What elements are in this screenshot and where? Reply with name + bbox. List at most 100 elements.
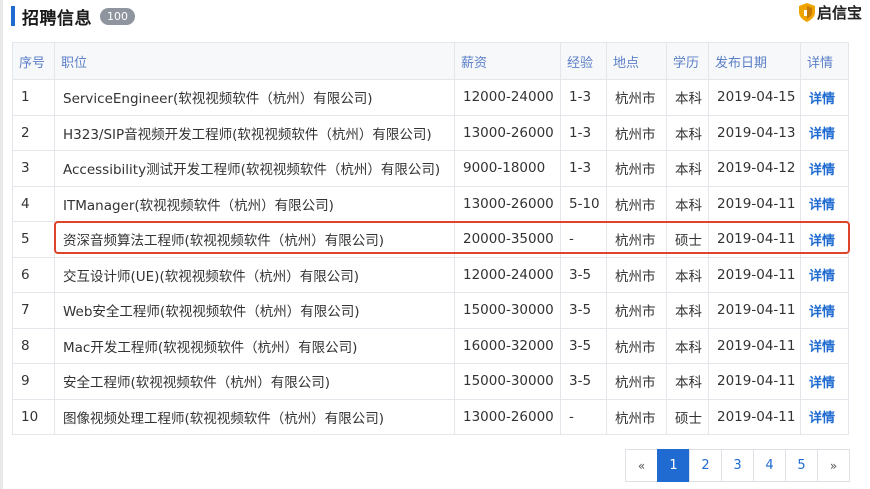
column-header-salary: 薪资 (454, 42, 561, 80)
experience: 3-5 (560, 327, 607, 364)
table-row[interactable]: 6 交互设计师(UE)(软视视频软件（杭州）有限公司) 12000-24000 3-5… (12, 256, 849, 293)
pagination: «1 2 3 4 5» (625, 449, 850, 482)
location: 杭州市 (606, 150, 667, 187)
page-button-1[interactable]: 1 (657, 449, 690, 482)
detail-link[interactable]: 详情 (800, 79, 849, 116)
location: 杭州市 (606, 185, 667, 222)
job-title: 图像视频处理工程师(软视视频软件（杭州）有限公司) (54, 398, 455, 435)
detail-link-text[interactable]: 详情 (809, 340, 835, 355)
detail-link[interactable]: 详情 (800, 398, 849, 435)
detail-link-text[interactable]: 详情 (809, 127, 835, 142)
detail-link[interactable]: 详情 (800, 114, 849, 151)
window-left-edge (0, 0, 3, 489)
page-button-3[interactable]: 3 (721, 449, 754, 482)
publish-date: 2019-04-11 (708, 221, 801, 258)
detail-link-text[interactable]: 详情 (809, 163, 835, 178)
detail-link[interactable]: 详情 (800, 150, 849, 187)
location: 杭州市 (606, 114, 667, 151)
publish-date: 2019-04-11 (708, 363, 801, 400)
experience: - (560, 398, 607, 435)
education: 本科 (666, 292, 709, 329)
job-title: 交互设计师(UE)(软视视频软件（杭州）有限公司) (54, 256, 455, 293)
experience: 3-5 (560, 292, 607, 329)
detail-link-text[interactable]: 详情 (809, 198, 835, 213)
header-accent-bar (11, 6, 15, 26)
salary: 15000-30000 (454, 292, 561, 329)
detail-link[interactable]: 详情 (800, 327, 849, 364)
detail-link[interactable]: 详情 (800, 221, 849, 258)
table-row[interactable]: 10 图像视频处理工程师(软视视频软件（杭州）有限公司) 13000-26000- 杭… (12, 398, 849, 435)
table-row[interactable]: 7 Web安全工程师(软视视频软件（杭州）有限公司) 15000-30000 3-5 杭… (12, 292, 849, 329)
salary: 15000-30000 (454, 363, 561, 400)
column-header-education: 学历 (666, 42, 709, 80)
salary: 12000-24000 (454, 79, 561, 116)
detail-link-text[interactable]: 详情 (809, 376, 835, 391)
detail-link-text[interactable]: 详情 (809, 305, 835, 320)
experience: 3-5 (560, 256, 607, 293)
page-button-4[interactable]: 4 (753, 449, 786, 482)
page-button-2[interactable]: 2 (689, 449, 722, 482)
experience: 3-5 (560, 363, 607, 400)
location: 杭州市 (606, 79, 667, 116)
table-row[interactable]: 1 ServiceEngineer(软视视频软件（杭州）有限公司) 12000-24… (12, 79, 849, 116)
column-header-no: 序号 (12, 42, 55, 80)
experience: 1-3 (560, 150, 607, 187)
salary: 9000-18000 (454, 150, 561, 187)
publish-date: 2019-04-12 (708, 150, 801, 187)
column-header-position: 职位 (54, 42, 455, 80)
jobs-table: 序号 职位 薪资 经验 地点 学历 发布日期 详情 1 ServiceEngineer(软视视频… (12, 42, 849, 435)
table-row[interactable]: 5 资深音频算法工程师(软视视频软件（杭州）有限公司) 20000-35000- 杭州… (12, 221, 849, 258)
salary: 12000-24000 (454, 256, 561, 293)
job-title: ITManager(软视视频软件（杭州）有限公司) (54, 185, 455, 222)
brand-name: 启信宝 (816, 4, 862, 22)
education: 硕士 (666, 221, 709, 258)
detail-link[interactable]: 详情 (800, 363, 849, 400)
column-header-date: 发布日期 (708, 42, 801, 80)
brand-logo[interactable]: 启信宝 (798, 2, 862, 23)
detail-link[interactable]: 详情 (800, 185, 849, 222)
experience: 5-10 (560, 185, 607, 222)
table-row[interactable]: 9 安全工程师(软视视频软件（杭州）有限公司) 15000-30000 3-5 杭州市本… (12, 363, 849, 400)
next-page-button[interactable]: » (817, 449, 850, 482)
job-title: H323/SIP音视频开发工程师(软视视频软件（杭州）有限公司) (54, 114, 455, 151)
publish-date: 2019-04-11 (708, 256, 801, 293)
publish-date: 2019-04-11 (708, 398, 801, 435)
table-header-row: 序号 职位 薪资 经验 地点 学历 发布日期 详情 (12, 42, 849, 80)
job-title: 资深音频算法工程师(软视视频软件（杭州）有限公司) (54, 221, 455, 258)
row-number: 5 (12, 221, 55, 258)
row-number: 6 (12, 256, 55, 293)
location: 杭州市 (606, 292, 667, 329)
row-number: 9 (12, 363, 55, 400)
education: 本科 (666, 114, 709, 151)
publish-date: 2019-04-11 (708, 292, 801, 329)
table-row[interactable]: 8 Mac开发工程师(软视视频软件（杭州）有限公司) 16000-32000 3-5 杭… (12, 327, 849, 364)
salary: 13000-26000 (454, 398, 561, 435)
row-number: 2 (12, 114, 55, 151)
education: 本科 (666, 79, 709, 116)
publish-date: 2019-04-15 (708, 79, 801, 116)
location: 杭州市 (606, 398, 667, 435)
table-row[interactable]: 4 ITManager(软视视频软件（杭州）有限公司) 13000-26000 5-1… (12, 185, 849, 222)
section-header: 招聘信息 100 (11, 4, 861, 29)
row-number: 1 (12, 79, 55, 116)
location: 杭州市 (606, 221, 667, 258)
detail-link-text[interactable]: 详情 (809, 269, 835, 284)
publish-date: 2019-04-13 (708, 114, 801, 151)
detail-link[interactable]: 详情 (800, 292, 849, 329)
prev-page-button[interactable]: « (625, 449, 658, 482)
page-button-5[interactable]: 5 (785, 449, 818, 482)
table-row[interactable]: 2 H323/SIP音视频开发工程师(软视视频软件（杭州）有限公司) 13000-2… (12, 114, 849, 151)
detail-link-text[interactable]: 详情 (809, 234, 835, 249)
job-title: Mac开发工程师(软视视频软件（杭州）有限公司) (54, 327, 455, 364)
row-number: 8 (12, 327, 55, 364)
salary: 13000-26000 (454, 185, 561, 222)
table-row[interactable]: 3 Accessibility测试开发工程师(软视视频软件（杭州）有限公司) 900… (12, 150, 849, 187)
job-title: ServiceEngineer(软视视频软件（杭州）有限公司) (54, 79, 455, 116)
detail-link-text[interactable]: 详情 (809, 411, 835, 426)
education: 本科 (666, 327, 709, 364)
detail-link-text[interactable]: 详情 (809, 92, 835, 107)
detail-link[interactable]: 详情 (800, 256, 849, 293)
job-title: 安全工程师(软视视频软件（杭州）有限公司) (54, 363, 455, 400)
row-number: 4 (12, 185, 55, 222)
education: 本科 (666, 185, 709, 222)
